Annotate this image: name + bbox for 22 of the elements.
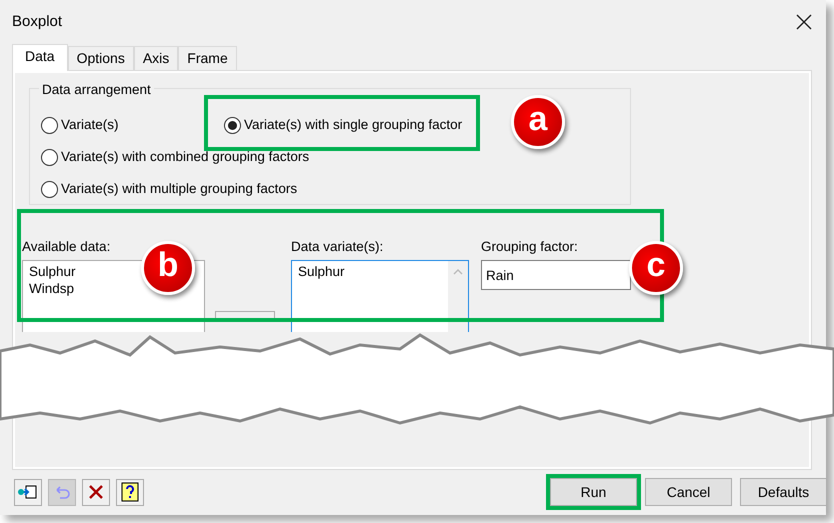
list-item[interactable]: Sulphur <box>298 263 345 280</box>
radio-option[interactable]: Variate(s) with multiple grouping factors <box>41 173 630 205</box>
tab[interactable]: Axis <box>134 46 178 70</box>
field-label: Data variate(s): <box>291 238 384 256</box>
field-label: Grouping factor: <box>481 238 579 256</box>
help-icon[interactable] <box>116 478 144 506</box>
list-box[interactable]: Sulphur <box>291 260 469 332</box>
radio-option[interactable]: Variate(s) with single grouping factor <box>224 109 462 141</box>
tab[interactable]: Data <box>12 44 68 71</box>
list-item[interactable]: Windsp <box>29 280 74 298</box>
dialog-button[interactable]: Defaults <box>740 478 827 506</box>
list-item[interactable]: Sulphur <box>29 263 76 280</box>
tab[interactable]: Frame <box>178 46 237 70</box>
field-label: Available data: <box>22 238 112 256</box>
tab[interactable]: Options <box>68 46 134 70</box>
window-title: Boxplot <box>12 12 62 32</box>
input-field[interactable]: Rain <box>481 260 631 290</box>
import-icon[interactable] <box>14 478 42 506</box>
radio-option[interactable]: Variate(s) <box>41 109 224 141</box>
close-icon[interactable] <box>796 14 812 30</box>
dialog-button[interactable]: Cancel <box>645 478 732 506</box>
cross-icon[interactable] <box>82 478 110 506</box>
